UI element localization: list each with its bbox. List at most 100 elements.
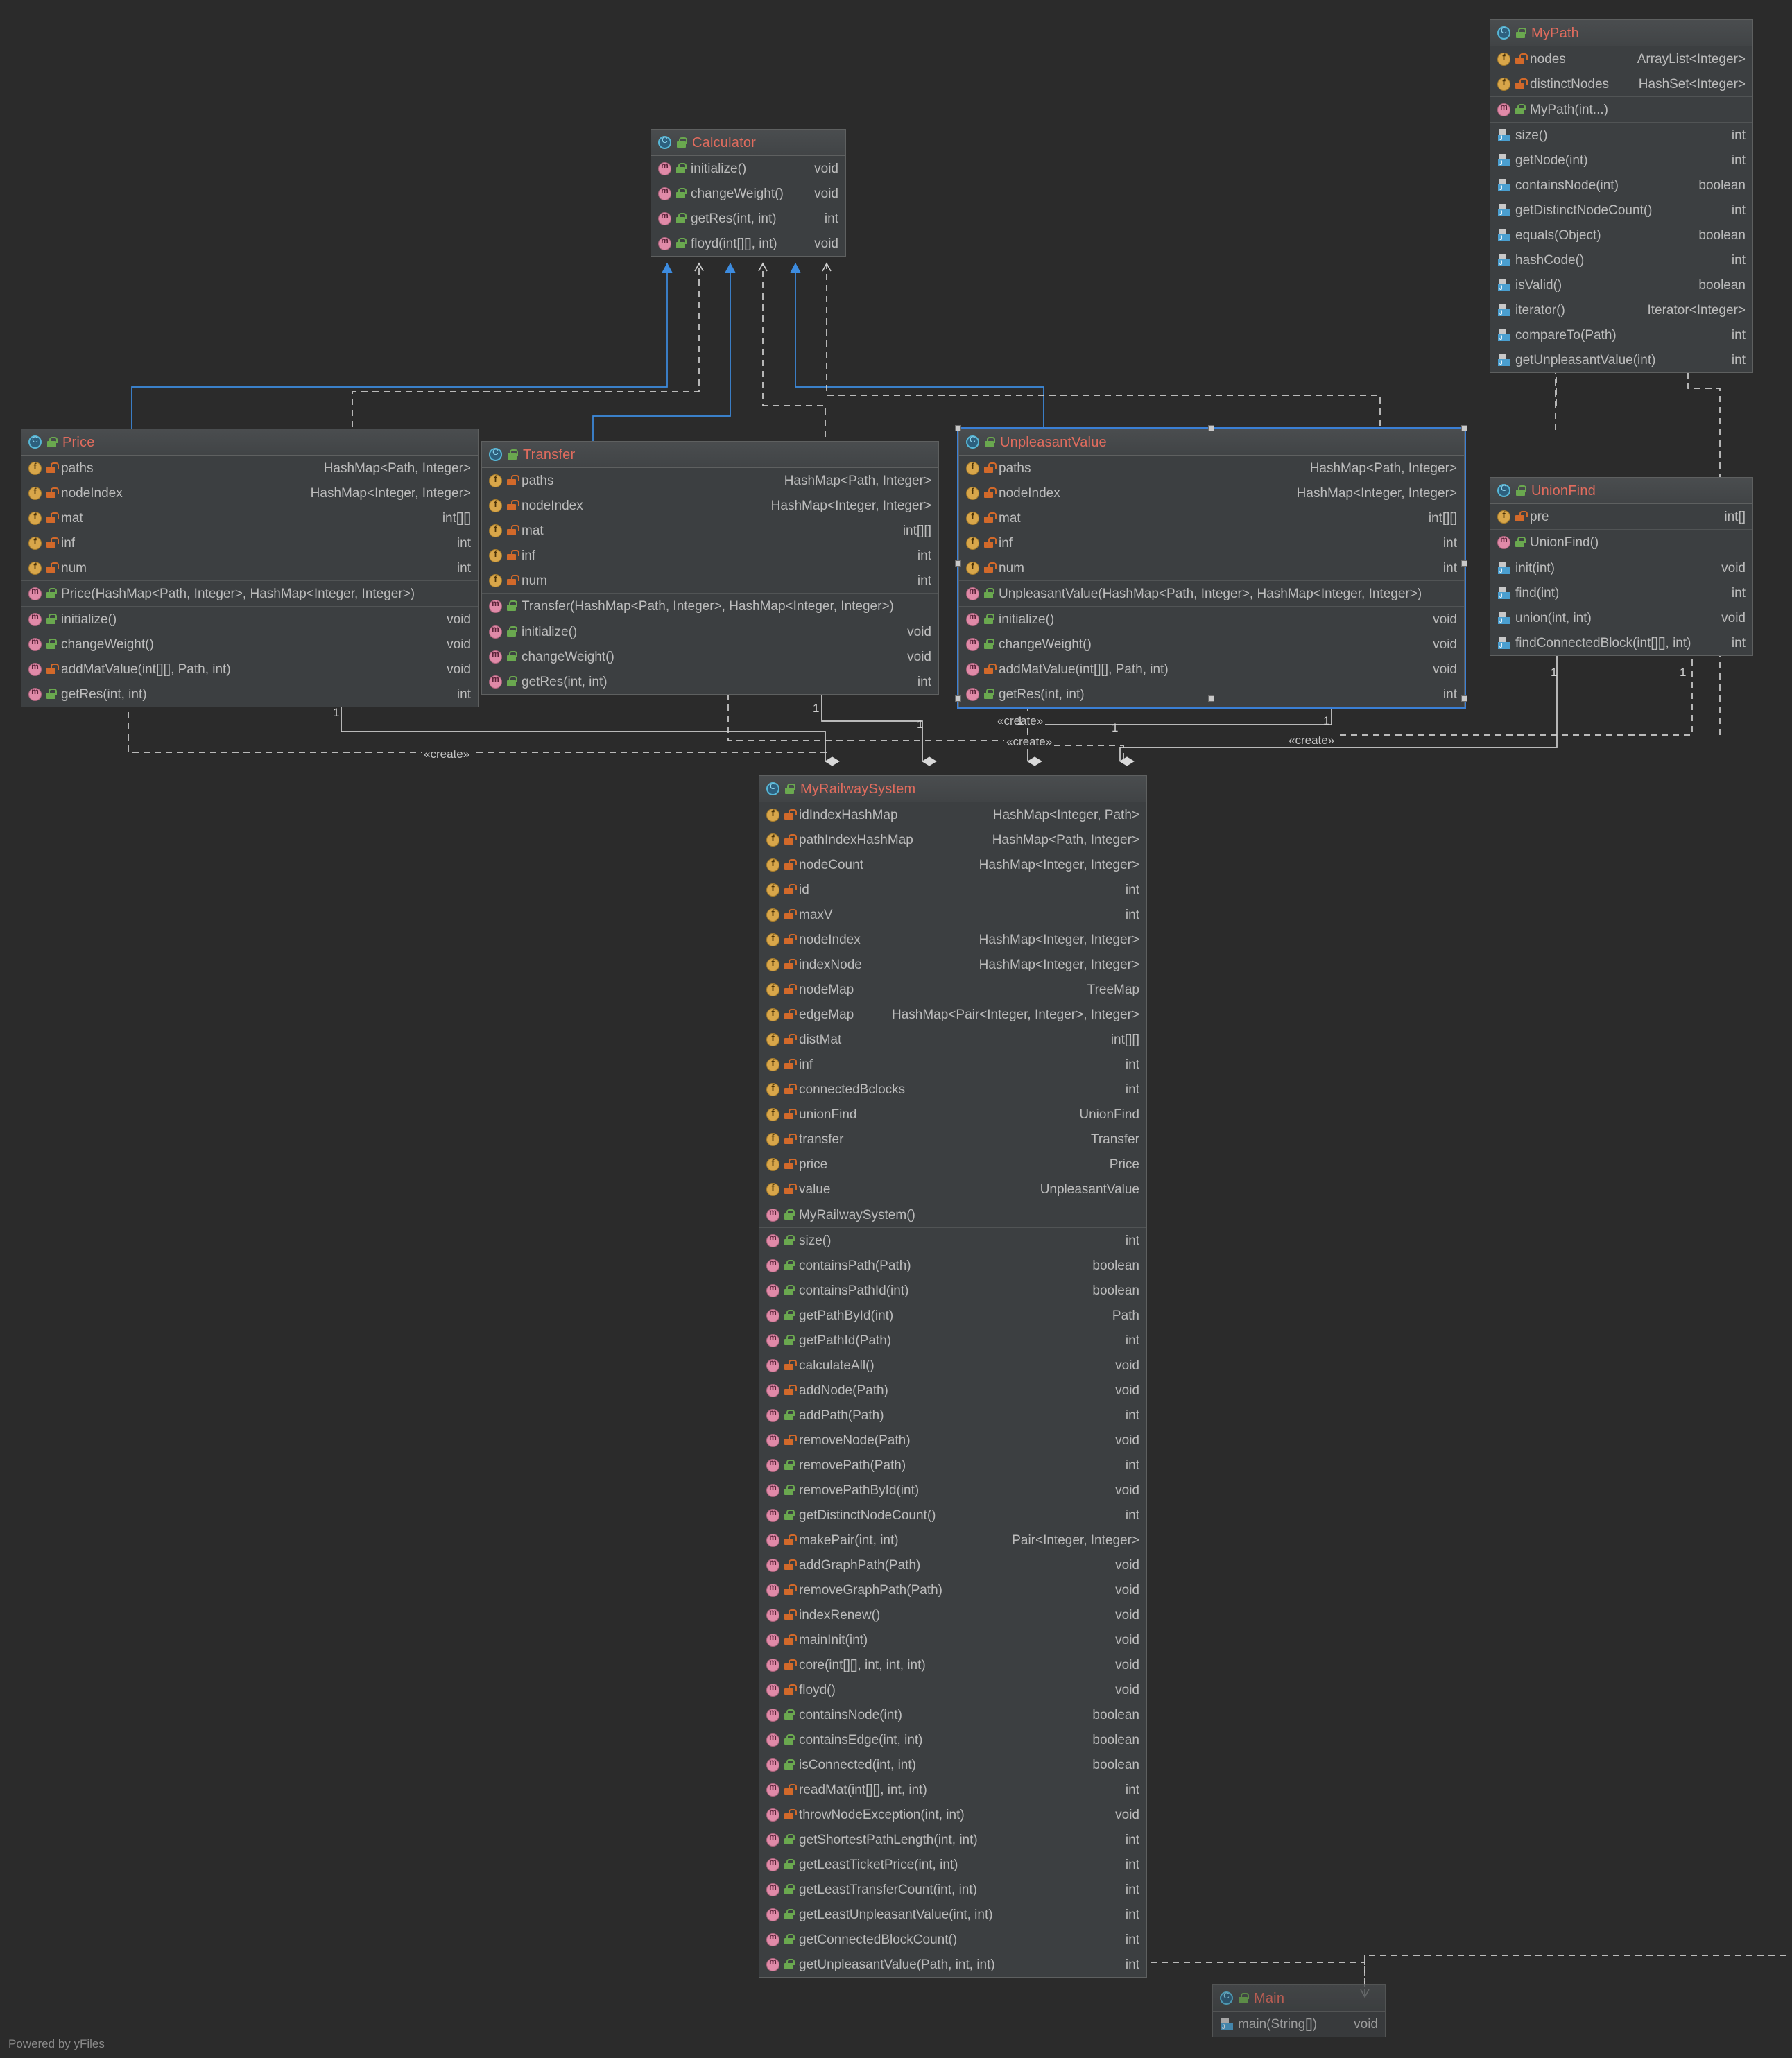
method-row[interactable]: addMatValue(int[][], Path, int) void xyxy=(959,657,1464,682)
field-row[interactable]: mat int[][] xyxy=(21,505,478,530)
method-row[interactable]: changeWeight() void xyxy=(651,181,845,206)
method-row[interactable]: calculateAll() void xyxy=(759,1353,1146,1378)
class-header-mypath[interactable]: MyPath xyxy=(1490,20,1752,46)
selection-handle-se[interactable] xyxy=(1461,695,1467,702)
class-header-price[interactable]: Price xyxy=(21,429,478,456)
selection-handle-n[interactable] xyxy=(1208,425,1214,431)
class-box-mypath[interactable]: MyPath nodes ArrayList<Integer> distinctNo… xyxy=(1490,19,1753,373)
field-row[interactable]: nodeIndex HashMap<Integer, Integer> xyxy=(482,493,938,518)
field-row[interactable]: id int xyxy=(759,877,1146,902)
method-row[interactable]: size() int xyxy=(759,1228,1146,1253)
method-row[interactable]: getRes(int, int) int xyxy=(959,682,1464,707)
method-row[interactable]: changeWeight() void xyxy=(482,644,938,669)
field-row[interactable]: pathIndexHashMap HashMap<Path, Integer> xyxy=(759,827,1146,852)
method-row[interactable]: findConnectedBlock(int[][], int) int xyxy=(1490,630,1752,655)
method-row[interactable]: changeWeight() void xyxy=(21,632,478,657)
method-row[interactable]: makePair(int, int) Pair<Integer, Integer> xyxy=(759,1528,1146,1553)
method-row[interactable]: removeNode(Path) void xyxy=(759,1428,1146,1453)
method-row[interactable]: size() int xyxy=(1490,123,1752,148)
method-row[interactable]: core(int[][], int, int, int) void xyxy=(759,1652,1146,1677)
method-row[interactable]: MyPath(int...) xyxy=(1490,97,1752,122)
field-row[interactable]: nodeCount HashMap<Integer, Integer> xyxy=(759,852,1146,877)
method-row[interactable]: getRes(int, int) int xyxy=(482,669,938,694)
method-row[interactable]: initialize() void xyxy=(651,156,845,181)
method-row[interactable]: getConnectedBlockCount() int xyxy=(759,1927,1146,1952)
method-row[interactable]: addNode(Path) void xyxy=(759,1378,1146,1403)
field-row[interactable]: nodeIndex HashMap<Integer, Integer> xyxy=(959,481,1464,505)
method-row[interactable]: getShortestPathLength(int, int) int xyxy=(759,1827,1146,1852)
field-row[interactable]: paths HashMap<Path, Integer> xyxy=(21,456,478,481)
field-row[interactable]: mat int[][] xyxy=(959,505,1464,530)
method-row[interactable]: getPathById(int) Path xyxy=(759,1303,1146,1328)
method-row[interactable]: equals(Object) boolean xyxy=(1490,223,1752,248)
class-box-unpleasantvalue[interactable]: UnpleasantValue paths HashMap<Path, Integ… xyxy=(957,427,1466,709)
method-row[interactable]: getUnpleasantValue(int) int xyxy=(1490,347,1752,372)
field-row[interactable]: nodeIndex HashMap<Integer, Integer> xyxy=(759,927,1146,952)
method-row[interactable]: addMatValue(int[][], Path, int) void xyxy=(21,657,478,682)
method-row[interactable]: addGraphPath(Path) void xyxy=(759,1553,1146,1577)
method-row[interactable]: initialize() void xyxy=(21,607,478,632)
method-row[interactable]: UnpleasantValue(HashMap<Path, Integer>, … xyxy=(959,581,1464,606)
field-row[interactable]: nodes ArrayList<Integer> xyxy=(1490,46,1752,71)
field-row[interactable]: mat int[][] xyxy=(482,518,938,543)
class-box-price[interactable]: Price paths HashMap<Path, Integer> nodeInd… xyxy=(21,429,479,707)
method-row[interactable]: removePath(Path) int xyxy=(759,1453,1146,1478)
method-row[interactable]: Transfer(HashMap<Path, Integer>, HashMap… xyxy=(482,594,938,619)
method-row[interactable]: hashCode() int xyxy=(1490,248,1752,273)
field-row[interactable]: distinctNodes HashSet<Integer> xyxy=(1490,71,1752,96)
method-row[interactable]: compareTo(Path) int xyxy=(1490,322,1752,347)
method-row[interactable]: getLeastTransferCount(int, int) int xyxy=(759,1877,1146,1902)
method-row[interactable]: mainInit(int) void xyxy=(759,1627,1146,1652)
method-row[interactable]: union(int, int) void xyxy=(1490,605,1752,630)
selection-handle-nw[interactable] xyxy=(955,425,961,431)
method-row[interactable]: throwNodeException(int, int) void xyxy=(759,1802,1146,1827)
method-row[interactable]: getRes(int, int) int xyxy=(651,206,845,231)
class-box-transfer[interactable]: Transfer paths HashMap<Path, Integer> node… xyxy=(481,441,939,695)
field-row[interactable]: inf int xyxy=(21,530,478,555)
method-row[interactable]: changeWeight() void xyxy=(959,632,1464,657)
field-row[interactable]: nodeMap TreeMap xyxy=(759,977,1146,1002)
uml-diagram-canvas[interactable]: «create» «create» «create» «create» 1 1 … xyxy=(0,0,1792,2058)
selection-handle-e[interactable] xyxy=(1461,560,1467,567)
method-row[interactable]: MyRailwaySystem() xyxy=(759,1202,1146,1227)
class-box-unionfind[interactable]: UnionFind pre int[] UnionFind() init(int) vo… xyxy=(1490,477,1753,656)
field-row[interactable]: pre int[] xyxy=(1490,504,1752,529)
selection-handle-s[interactable] xyxy=(1208,695,1214,702)
method-row[interactable]: isValid() boolean xyxy=(1490,273,1752,297)
class-header-myrailwaysystem[interactable]: MyRailwaySystem xyxy=(759,776,1146,802)
selection-handle-w[interactable] xyxy=(955,560,961,567)
selection-handle-ne[interactable] xyxy=(1461,425,1467,431)
class-header-calculator[interactable]: Calculator xyxy=(651,130,845,156)
method-row[interactable]: isConnected(int, int) boolean xyxy=(759,1752,1146,1777)
field-row[interactable]: num int xyxy=(482,568,938,593)
method-row[interactable]: containsNode(int) boolean xyxy=(1490,173,1752,198)
class-box-calculator[interactable]: Calculator initialize()voidchangeWeight(… xyxy=(651,129,846,257)
method-row[interactable]: getDistinctNodeCount() int xyxy=(1490,198,1752,223)
field-row[interactable]: num int xyxy=(21,555,478,580)
field-row[interactable]: unionFind UnionFind xyxy=(759,1102,1146,1127)
class-header-unionfind[interactable]: UnionFind xyxy=(1490,478,1752,504)
method-row[interactable]: iterator() Iterator<Integer> xyxy=(1490,297,1752,322)
method-row[interactable]: addPath(Path) int xyxy=(759,1403,1146,1428)
class-box-myrailwaysystem[interactable]: MyRailwaySystem idIndexHashMap HashMap<In… xyxy=(759,775,1147,1978)
selection-handle-sw[interactable] xyxy=(955,695,961,702)
method-row[interactable]: initialize() void xyxy=(959,607,1464,632)
field-row[interactable]: edgeMap HashMap<Pair<Integer, Integer>, I… xyxy=(759,1002,1146,1027)
method-row[interactable]: containsPathId(int) boolean xyxy=(759,1278,1146,1303)
method-row[interactable]: containsNode(int) boolean xyxy=(759,1702,1146,1727)
field-row[interactable]: inf int xyxy=(959,530,1464,555)
field-row[interactable]: paths HashMap<Path, Integer> xyxy=(482,468,938,493)
field-row[interactable]: num int xyxy=(959,555,1464,580)
class-header-transfer[interactable]: Transfer xyxy=(482,442,938,468)
method-row[interactable]: getPathId(Path) int xyxy=(759,1328,1146,1353)
field-row[interactable]: maxV int xyxy=(759,902,1146,927)
method-row[interactable]: readMat(int[][], int, int) int xyxy=(759,1777,1146,1802)
field-row[interactable]: value UnpleasantValue xyxy=(759,1177,1146,1202)
method-row[interactable]: removeGraphPath(Path) void xyxy=(759,1577,1146,1602)
method-row[interactable]: removePathById(int) void xyxy=(759,1478,1146,1503)
method-row[interactable]: Price(HashMap<Path, Integer>, HashMap<In… xyxy=(21,581,478,606)
method-row[interactable]: containsPath(Path) boolean xyxy=(759,1253,1146,1278)
field-row[interactable]: paths HashMap<Path, Integer> xyxy=(959,456,1464,481)
method-row[interactable]: main(String[]) void xyxy=(1213,2012,1385,2037)
method-row[interactable]: getUnpleasantValue(Path, int, int) int xyxy=(759,1952,1146,1977)
